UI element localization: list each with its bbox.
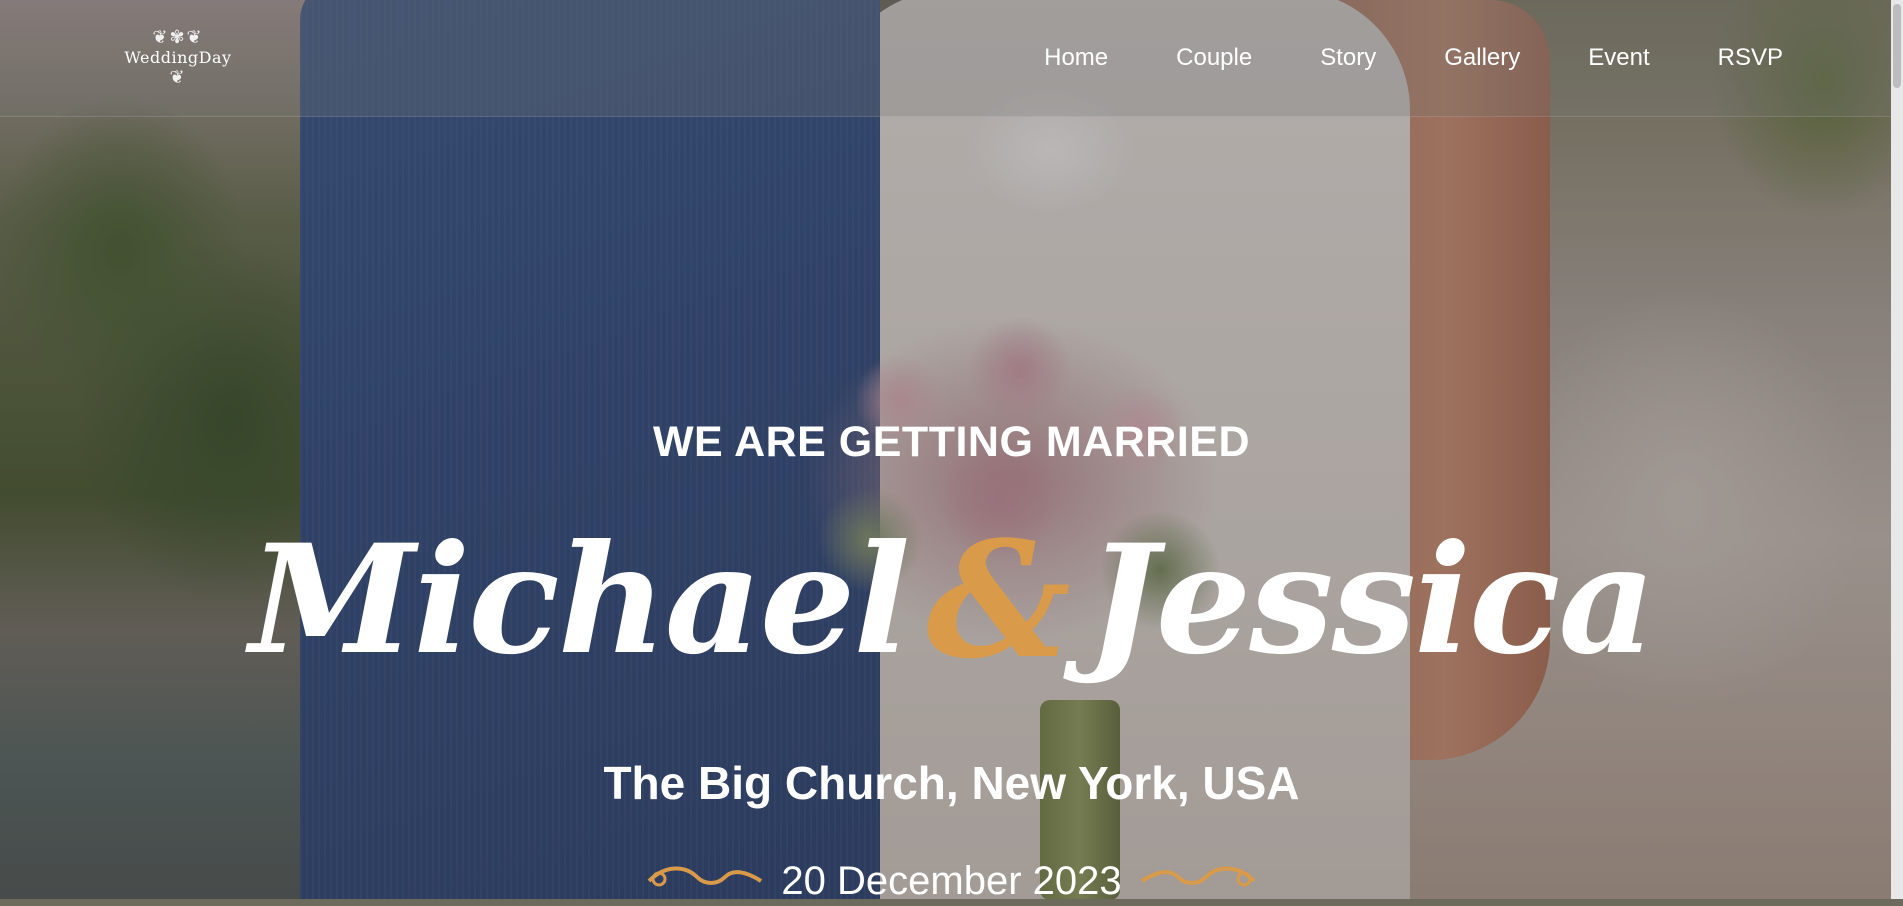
hero-tagline: WE ARE GETTING MARRIED — [652, 418, 1251, 466]
flourish-left-icon — [647, 866, 763, 887]
nav-rsvp[interactable]: RSVP — [1718, 44, 1783, 72]
nav-story[interactable]: Story — [1320, 44, 1376, 72]
event-location: The Big Church, New York, USA — [603, 757, 1300, 809]
logo-text: WeddingDay — [124, 48, 232, 67]
couple-names: Michael & Jessica — [0, 520, 1903, 680]
logo-ornament-icon: ❦✾❦ — [152, 27, 204, 48]
nav-couple[interactable]: Couple — [1176, 44, 1252, 72]
nav-event[interactable]: Event — [1588, 44, 1649, 72]
scrollbar-thumb[interactable] — [1893, 4, 1901, 88]
main-nav: Home Couple Story Gallery Event RSVP — [976, 0, 1783, 116]
groom-name: Michael — [249, 512, 910, 688]
page-scrollbar[interactable] — [1891, 0, 1903, 899]
site-logo[interactable]: ❦✾❦ WeddingDay ❦ — [116, 20, 240, 96]
logo-ornament-bottom-icon: ❦ — [169, 67, 187, 88]
bride-name: Jessica — [1086, 512, 1656, 688]
nav-gallery[interactable]: Gallery — [1444, 44, 1520, 72]
nav-home[interactable]: Home — [1044, 44, 1108, 72]
ampersand: & — [926, 506, 1070, 694]
site-header: ❦✾❦ WeddingDay ❦ Home Couple Story Galle… — [0, 0, 1903, 117]
event-date: 20 December 2023 — [781, 858, 1122, 903]
flourish-right-icon — [1140, 866, 1256, 887]
